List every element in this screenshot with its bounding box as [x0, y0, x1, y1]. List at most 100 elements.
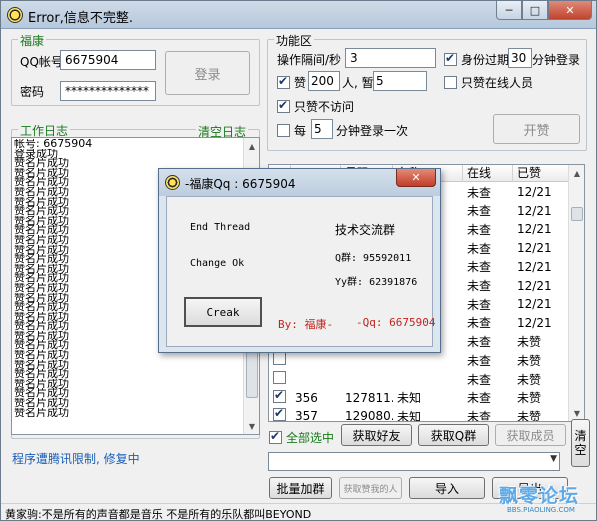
group-select[interactable]: ▼	[268, 452, 560, 471]
row-check-cell[interactable]	[269, 352, 291, 368]
log-scroll-down-icon[interactable]: ▼	[244, 418, 259, 434]
import-button[interactable]: 导入	[409, 477, 485, 499]
no-visit-check-box[interactable]	[277, 98, 290, 113]
every-check-box[interactable]	[277, 124, 290, 137]
start-like-button[interactable]: 开赞	[493, 114, 580, 144]
online-only-check-box[interactable]	[444, 76, 457, 89]
row-liked: 未赞	[517, 409, 542, 422]
watermark-logo: 飘零论坛 BBS.PIAOLING.COM	[499, 481, 595, 519]
log-line: 赞名片成功	[14, 407, 69, 418]
batch-add-group-button[interactable]: 批量加群	[269, 477, 332, 499]
row-qq: 129080...	[345, 409, 393, 422]
row-liked: 未赞	[517, 353, 542, 368]
get-members-button[interactable]: 获取成员	[495, 424, 566, 446]
row-liked: 未赞	[517, 391, 542, 406]
yy-group-label: Yy群: 62391876	[335, 277, 418, 288]
main-window: Error,信息不完整. ─ □ ✕ 福康 QQ帐号 6675904 密码 **…	[0, 0, 597, 521]
like-count-input[interactable]: 200	[308, 71, 340, 91]
row-online: 未查	[467, 260, 492, 275]
row-liked: 12/21	[517, 203, 552, 218]
table-scroll-thumb[interactable]	[571, 207, 583, 221]
row-qq: 127811...	[345, 390, 393, 405]
row-checkbox[interactable]	[273, 371, 286, 384]
get-friends-button[interactable]: 获取好友	[341, 424, 412, 446]
about-dialog: -福康Qq : 6675904 ✕ End Thread Change Ok 技…	[158, 168, 441, 353]
window-controls: ─ □ ✕	[496, 1, 592, 20]
like-checkbox[interactable]: 赞	[277, 74, 306, 91]
online-only-checkbox[interactable]: 只赞在线人员	[444, 74, 533, 91]
qq-input[interactable]: 6675904	[60, 50, 156, 70]
log-line: 赞名片成功	[14, 158, 69, 168]
watermark-title: 飘零论坛	[499, 485, 580, 507]
dialog-title: -福康Qq : 6675904	[185, 177, 296, 191]
pause-input[interactable]: 5	[373, 71, 427, 91]
col-header-online[interactable]: 在线	[463, 165, 513, 182]
like-check-box[interactable]	[277, 74, 290, 89]
password-input[interactable]: **************	[60, 81, 156, 101]
log-line: 赞名片成功	[14, 388, 69, 399]
title-bar: Error,信息不完整. ─ □ ✕	[1, 1, 596, 29]
expire-suffix: 分钟登录	[532, 53, 581, 67]
maximize-button[interactable]: □	[522, 1, 548, 20]
expire-check-box[interactable]	[444, 51, 457, 66]
no-visit-label: 只赞不访问	[294, 100, 355, 114]
get-q-group-button[interactable]: 获取Q群	[418, 424, 489, 446]
account-group-legend: 福康	[18, 32, 47, 49]
select-all-check-box[interactable]	[269, 429, 282, 444]
no-visit-checkbox[interactable]: 只赞不访问	[277, 98, 354, 115]
log-line: 赞名片成功	[14, 359, 69, 370]
select-all-label: 全部选中	[286, 431, 335, 445]
creak-button[interactable]: Creak	[184, 297, 262, 327]
row-checkbox[interactable]	[273, 389, 286, 403]
row-liked: 未赞	[517, 372, 542, 387]
table-scroll-up-icon[interactable]: ▲	[569, 165, 584, 181]
every-input[interactable]: 5	[311, 119, 333, 139]
password-label: 密码	[20, 85, 45, 99]
online-only-label: 只赞在线人员	[461, 76, 534, 90]
table-row[interactable]: 356 127811... 未知 未查 未赞	[269, 389, 569, 407]
dialog-close-button[interactable]: ✕	[396, 169, 436, 187]
expire-input[interactable]: 30	[508, 48, 532, 68]
minimize-button[interactable]: ─	[496, 1, 522, 20]
table-row[interactable]: 357 129080... 未知 未查 未赞	[269, 407, 569, 422]
log-line: 赞名片成功	[14, 369, 69, 379]
row-online: 未查	[467, 353, 492, 368]
log-scroll-up-icon[interactable]: ▲	[244, 138, 259, 154]
dialog-body: End Thread Change Ok 技术交流群 Q群: 95592011 …	[166, 196, 435, 347]
expire-checkbox[interactable]: 身份过期	[444, 51, 509, 68]
row-checkbox[interactable]	[273, 352, 286, 366]
select-all-checkbox[interactable]: 全部选中	[269, 429, 334, 446]
row-online: 未查	[467, 297, 492, 312]
get-liked-me-button[interactable]: 获取赞我的人	[339, 477, 402, 499]
row-online: 未查	[467, 241, 492, 256]
group-select-arrow-icon[interactable]: ▼	[550, 454, 557, 464]
table-row[interactable]: 未查 未赞	[269, 351, 569, 369]
login-button[interactable]: 登录	[165, 51, 250, 95]
table-scrollbar[interactable]: ▲ ▼	[568, 165, 584, 421]
row-check-cell[interactable]	[269, 408, 291, 421]
q-group-label: Q群: 95592011	[335, 253, 412, 264]
interval-input[interactable]: 3	[345, 48, 436, 68]
clear-button[interactable]: 清空	[571, 419, 590, 467]
window-title: Error,信息不完整.	[28, 11, 133, 26]
row-check-cell[interactable]	[269, 389, 291, 406]
every-label: 每	[294, 124, 307, 138]
table-row[interactable]: 未查 未赞	[269, 370, 569, 388]
row-liked: 12/21	[517, 259, 552, 274]
every-checkbox[interactable]: 每	[277, 122, 306, 139]
repair-notice: 程序遭腾讯限制, 修复中	[12, 452, 140, 466]
log-line: 赞名片成功	[14, 398, 69, 408]
close-button[interactable]: ✕	[548, 1, 592, 20]
row-num: 357	[295, 409, 318, 422]
interval-label: 操作隔间/秒	[277, 53, 342, 67]
row-online: 未查	[467, 335, 492, 350]
log-line: 赞名片成功	[14, 378, 69, 389]
row-check-cell[interactable]	[269, 371, 291, 387]
col-header-liked[interactable]: 已赞	[513, 165, 569, 182]
log-line: 帐号: 6675904	[14, 139, 93, 149]
row-liked: 未赞	[517, 335, 542, 350]
row-online: 未查	[467, 185, 492, 200]
change-ok-label: Change Ok	[190, 258, 245, 269]
watermark-url: BBS.PIAOLING.COM	[507, 506, 575, 514]
row-checkbox[interactable]	[273, 408, 286, 421]
